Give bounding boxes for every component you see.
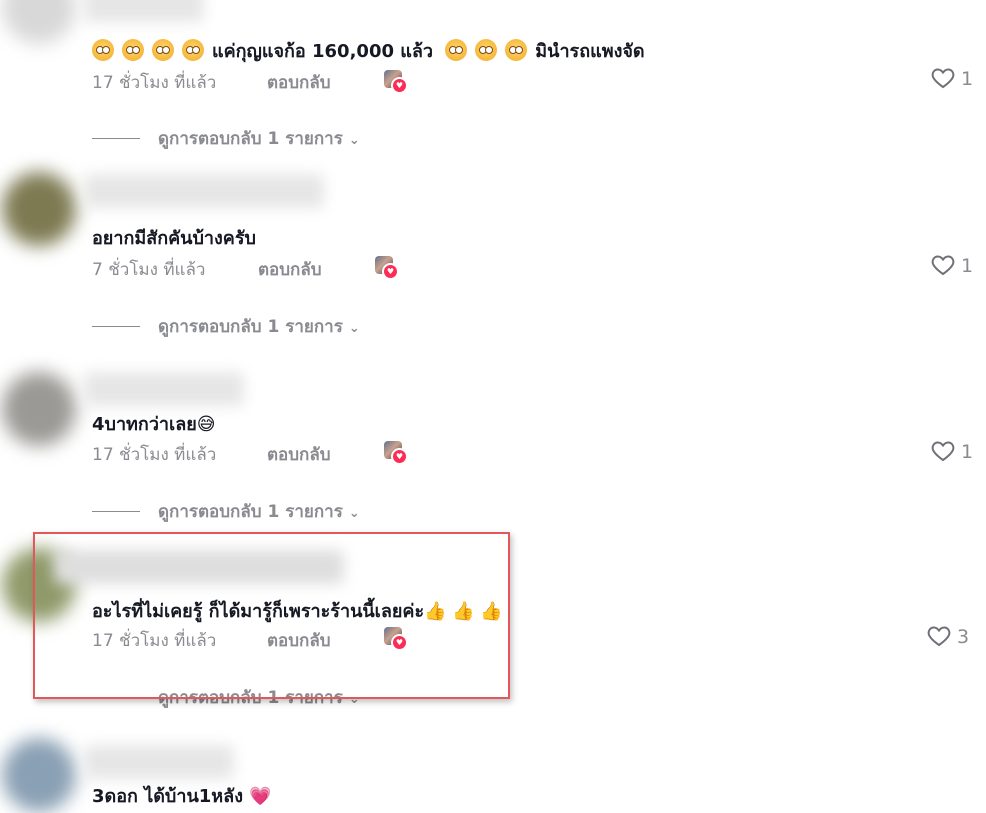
flushed-emoji-icon	[92, 39, 114, 61]
flushed-emoji-icon	[152, 39, 174, 61]
comment-text: 3ดอก ได้บ้าน1หลัง 💗	[92, 781, 272, 810]
reply-button[interactable]: ตอบกลับ	[267, 69, 331, 96]
view-replies-label: ดูการตอบกลับ 1 รายการ	[158, 129, 343, 149]
like-button[interactable]: 1	[931, 254, 973, 277]
replies-divider	[92, 326, 140, 327]
chevron-down-icon: ⌄	[348, 321, 360, 336]
like-button[interactable]: 1	[931, 440, 973, 463]
sweat-smile-emoji-icon: 😅	[196, 414, 216, 435]
creator-liked-badge-icon: ♥	[384, 441, 408, 465]
comment-text-body: 3ดอก ได้บ้าน1หลัง	[92, 786, 243, 807]
heart-outline-icon	[927, 626, 951, 647]
avatar[interactable]	[2, 0, 76, 44]
reply-button[interactable]: ตอบกลับ	[258, 256, 322, 283]
like-button[interactable]: 3	[927, 625, 969, 648]
comment-time: 7 ชั่วโมง ที่แล้ว	[92, 260, 206, 280]
heart-outline-icon	[931, 255, 955, 276]
heart-emoji-icon: 💗	[249, 786, 272, 807]
comment-text: แค่กุญแจก้อ 160,000 แล้ว มินำรถแพงจัด	[92, 36, 645, 65]
reply-button[interactable]: ตอบกลับ	[267, 441, 331, 468]
heart-badge-icon: ♥	[391, 77, 408, 94]
comment-text: 4บาทกว่าเลย😅	[92, 409, 216, 438]
flushed-emoji-icon	[445, 39, 468, 61]
view-replies-button[interactable]: ดูการตอบกลับ 1 รายการ ⌄	[92, 498, 360, 525]
comment-text-body: 4บาทกว่าเลย	[92, 414, 197, 435]
comment-time: 17 ชั่วโมง ที่แล้ว	[92, 73, 217, 93]
view-replies-button[interactable]: ดูการตอบกลับ 1 รายการ ⌄	[92, 125, 360, 152]
comment-text-suffix: มินำรถแพงจัด	[535, 41, 645, 62]
like-count: 1	[961, 441, 974, 463]
like-count: 1	[961, 255, 974, 277]
flushed-emoji-icon	[122, 39, 144, 61]
heart-outline-icon	[931, 441, 955, 462]
flushed-emoji-icon	[182, 39, 204, 61]
replies-divider	[92, 138, 140, 139]
comment-time: 17 ชั่วโมง ที่แล้ว	[92, 445, 217, 465]
like-count: 3	[957, 626, 970, 648]
username-blurred[interactable]	[84, 174, 324, 208]
heart-badge-icon: ♥	[382, 263, 399, 280]
view-replies-label: ดูการตอบกลับ 1 รายการ	[158, 502, 343, 522]
heart-outline-icon	[931, 68, 955, 89]
username-blurred[interactable]	[84, 745, 234, 779]
view-replies-button[interactable]: ดูการตอบกลับ 1 รายการ ⌄	[92, 313, 360, 340]
chevron-down-icon: ⌄	[348, 506, 360, 521]
chevron-down-icon: ⌄	[348, 133, 360, 148]
like-count: 1	[961, 68, 974, 90]
comment-text: อยากมีสักคันบ้างครับ	[92, 228, 256, 249]
avatar[interactable]	[2, 372, 76, 446]
flushed-emoji-icon	[505, 39, 528, 61]
comment-text-prefix: แค่กุญแจก้อ 160,000 แล้ว	[212, 41, 433, 62]
replies-divider	[92, 511, 140, 512]
like-button[interactable]: 1	[931, 67, 973, 90]
avatar[interactable]	[2, 738, 76, 812]
username-blurred[interactable]	[84, 372, 244, 406]
view-replies-label: ดูการตอบกลับ 1 รายการ	[158, 317, 343, 337]
heart-badge-icon: ♥	[391, 448, 408, 465]
username-blurred[interactable]	[84, 0, 204, 22]
avatar[interactable]	[2, 172, 76, 246]
flushed-emoji-icon	[475, 39, 498, 61]
highlight-box	[33, 532, 510, 699]
creator-liked-badge-icon: ♥	[384, 70, 408, 94]
creator-liked-badge-icon: ♥	[375, 256, 399, 280]
